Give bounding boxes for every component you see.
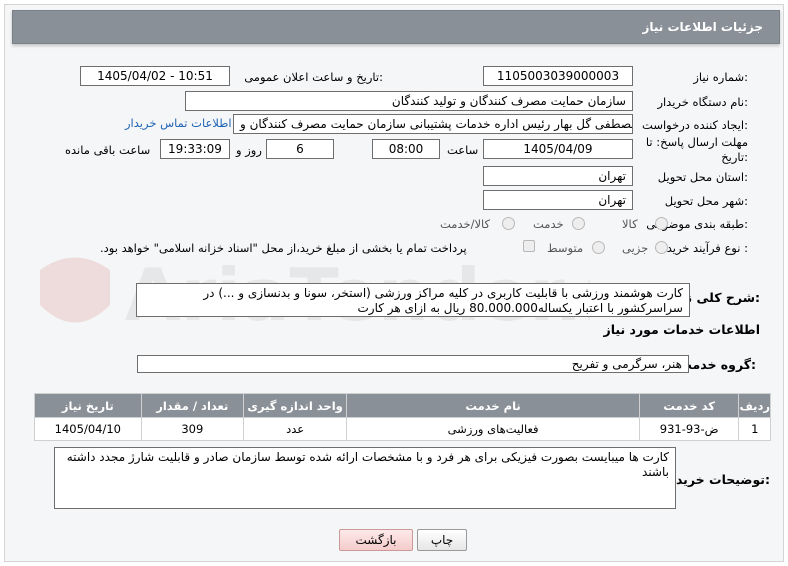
province-label: استان محل تحویل: xyxy=(657,170,748,184)
page-title: جزئیات اطلاعات نیاز xyxy=(642,20,763,34)
col-service-code: کد خدمت xyxy=(638,393,740,418)
cell-unit: عدد xyxy=(242,417,348,441)
cell-service-name: فعالیت‌های ورزشی xyxy=(346,417,640,441)
cell-need-date: 1405/04/10 xyxy=(34,417,142,441)
services-section-title: اطلاعات خدمات مورد نیاز xyxy=(603,322,761,337)
remaining-time-field[interactable]: 19:33:09 xyxy=(160,139,230,159)
buyer-notes-label: توضیحات خریدار: xyxy=(664,472,770,487)
need-number-field[interactable]: 1105003039000003 xyxy=(483,66,633,86)
cell-service-code: ض-93-931 xyxy=(638,417,740,441)
creator-label: ایجاد کننده درخواست: xyxy=(642,118,748,132)
announce-label: تاریخ و ساعت اعلان عمومی: xyxy=(244,70,383,84)
deadline-time-label: ساعت xyxy=(447,143,479,157)
col-service-name: نام خدمت xyxy=(346,393,640,418)
purchase-medium-radio[interactable] xyxy=(592,241,605,254)
contact-buyer-link[interactable]: اطلاعات تماس خریدار xyxy=(125,116,232,130)
deadline-date-field[interactable]: 1405/04/09 xyxy=(483,139,633,159)
city-label: شهر محل تحویل: xyxy=(664,194,748,208)
cell-row-number: 1 xyxy=(738,417,771,441)
title-bar: جزئیات اطلاعات نیاز xyxy=(12,10,780,44)
remaining-label: ساعت باقی مانده xyxy=(65,143,151,157)
need-number-label: شماره نیاز: xyxy=(693,70,748,84)
table-row: 1 ض-93-931 فعالیت‌های ورزشی عدد 309 1405… xyxy=(34,417,771,441)
description-field[interactable]: کارت هوشمند ورزشی با قابلیت کاربری در کل… xyxy=(136,283,690,317)
buyer-org-label: نام دستگاه خریدار: xyxy=(657,95,748,109)
buyer-org-field[interactable]: سازمان حمایت مصرف کنندگان و تولید کنندگا… xyxy=(185,91,633,111)
treasury-checkbox[interactable] xyxy=(523,240,535,252)
buyer-notes-field[interactable]: کارت ها میبایست بصورت فیزیکی برای هر فرد… xyxy=(54,447,676,509)
table-header-row: ردیف کد خدمت نام خدمت واحد اندازه گیری ت… xyxy=(34,393,771,418)
days-label: روز و xyxy=(236,143,262,157)
category-goods-radio[interactable] xyxy=(655,217,668,230)
deadline-label: مهلت ارسال پاسخ: تا تاریخ: xyxy=(645,135,748,164)
creator-field[interactable]: مصطفی گل بهار رئیس اداره خدمات پشتیبانی … xyxy=(233,114,633,134)
category-goods-label: کالا xyxy=(622,217,638,231)
announce-field[interactable]: 1405/04/02 - 10:51 xyxy=(80,66,230,86)
category-service-label: خدمت xyxy=(533,217,564,231)
service-group-label: گروه خدمت: xyxy=(679,357,756,372)
col-quantity: تعداد / مقدار xyxy=(140,393,244,418)
services-table: ردیف کد خدمت نام خدمت واحد اندازه گیری ت… xyxy=(34,393,771,441)
cell-quantity: 309 xyxy=(140,417,244,441)
category-both-label: کالا/خدمت xyxy=(440,217,491,231)
category-both-radio[interactable] xyxy=(502,217,515,230)
back-button[interactable]: بازگشت xyxy=(339,529,413,551)
purchase-medium-label: متوسط xyxy=(547,241,584,255)
col-unit: واحد اندازه گیری xyxy=(242,393,348,418)
city-field[interactable]: تهران xyxy=(483,190,633,210)
purchase-type-label: نوع فرآیند خرید : xyxy=(666,241,748,255)
service-group-field[interactable]: هنر، سرگرمی و تفریح xyxy=(137,355,689,373)
col-row-number: ردیف xyxy=(738,393,771,418)
deadline-time-field[interactable]: 08:00 xyxy=(372,139,440,159)
col-need-date: تاریخ نیاز xyxy=(34,393,142,418)
category-service-radio[interactable] xyxy=(572,217,585,230)
print-button[interactable]: چاپ xyxy=(417,529,467,551)
purchase-minor-label: جزیی xyxy=(622,241,649,255)
province-field[interactable]: تهران xyxy=(483,166,633,186)
payment-note: پرداخت تمام یا بخشی از مبلغ خرید،از محل … xyxy=(100,241,467,255)
days-field[interactable]: 6 xyxy=(266,139,334,159)
purchase-minor-radio[interactable] xyxy=(655,241,668,254)
